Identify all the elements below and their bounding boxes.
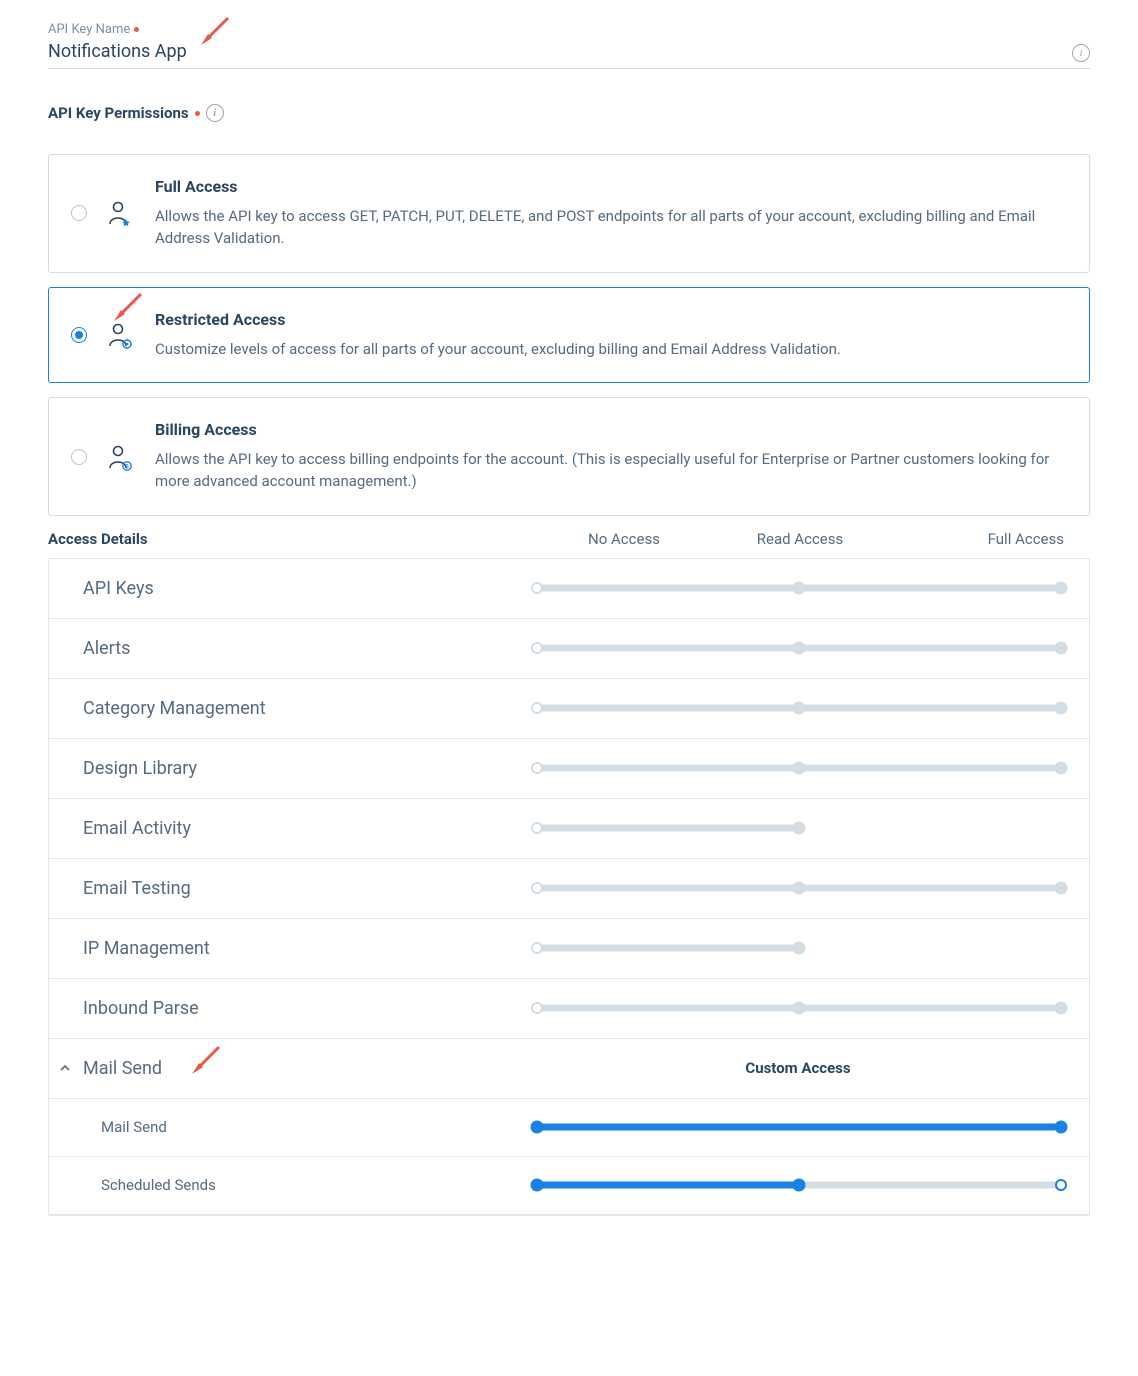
api-key-name-label: API Key Name bbox=[48, 22, 139, 37]
annotation-arrow-icon bbox=[111, 290, 145, 324]
access-details-heading: Access Details bbox=[48, 530, 536, 548]
access-slider[interactable] bbox=[537, 1121, 1061, 1133]
access-row: Email Testing bbox=[49, 859, 1089, 919]
info-icon[interactable]: i bbox=[1072, 44, 1090, 62]
access-slider[interactable] bbox=[537, 762, 1061, 774]
access-slider[interactable] bbox=[537, 1002, 1061, 1014]
chevron-up-icon[interactable] bbox=[55, 1062, 75, 1074]
access-row-label: IP Management bbox=[83, 938, 537, 959]
access-slider[interactable] bbox=[537, 702, 1061, 714]
col-full-access: Full Access bbox=[888, 530, 1090, 548]
access-row-label: Email Activity bbox=[83, 818, 537, 839]
permission-description: Allows the API key to access GET, PATCH,… bbox=[155, 206, 1065, 250]
api-key-name-input[interactable]: Notifications App bbox=[48, 41, 1072, 62]
access-row: Design Library bbox=[49, 739, 1089, 799]
permission-title: Full Access bbox=[155, 177, 1065, 196]
permission-title: Billing Access bbox=[155, 420, 1065, 439]
user-star-icon bbox=[107, 199, 135, 227]
permission-description: Allows the API key to access billing end… bbox=[155, 449, 1065, 493]
access-row-label: Inbound Parse bbox=[83, 998, 537, 1019]
access-row-label: Alerts bbox=[83, 638, 537, 659]
access-row: Inbound Parse bbox=[49, 979, 1089, 1039]
permissions-section-title: API Key Permissions i bbox=[48, 104, 224, 122]
radio-full[interactable] bbox=[71, 205, 87, 221]
col-read-access: Read Access bbox=[712, 530, 888, 548]
access-slider[interactable] bbox=[537, 882, 1061, 894]
user-dollar-icon: $ bbox=[107, 443, 135, 471]
permission-option-full[interactable]: Full Access Allows the API key to access… bbox=[48, 154, 1090, 273]
permission-option-restricted[interactable]: Restricted Access Customize levels of ac… bbox=[48, 287, 1090, 384]
access-row-label: Category Management bbox=[83, 698, 537, 719]
required-indicator bbox=[195, 111, 200, 116]
access-row: Email Activity bbox=[49, 799, 1089, 859]
access-subrow: Scheduled Sends bbox=[49, 1157, 1089, 1215]
access-row: Alerts bbox=[49, 619, 1089, 679]
permission-title: Restricted Access bbox=[155, 310, 1065, 329]
access-row-label: Mail Send bbox=[101, 1118, 537, 1136]
access-slider[interactable] bbox=[537, 642, 1061, 654]
required-indicator bbox=[134, 27, 139, 32]
radio-restricted[interactable] bbox=[71, 327, 87, 343]
radio-billing[interactable] bbox=[71, 449, 87, 465]
col-no-access: No Access bbox=[536, 530, 712, 548]
access-slider[interactable] bbox=[537, 942, 1061, 954]
access-row-label: Mail Send bbox=[75, 1058, 535, 1079]
access-subrow: Mail Send bbox=[49, 1099, 1089, 1157]
permission-description: Customize levels of access for all parts… bbox=[155, 339, 1065, 361]
access-row-label: Design Library bbox=[83, 758, 537, 779]
user-gear-icon bbox=[107, 321, 135, 349]
access-row: IP Management bbox=[49, 919, 1089, 979]
access-row-label: Email Testing bbox=[83, 878, 537, 899]
access-row: API Keys bbox=[49, 559, 1089, 619]
access-row: Category Management bbox=[49, 679, 1089, 739]
permission-option-billing[interactable]: $ Billing Access Allows the API key to a… bbox=[48, 397, 1090, 516]
access-row-expandable[interactable]: Mail Send Custom Access bbox=[49, 1039, 1089, 1099]
access-row-label: API Keys bbox=[83, 578, 537, 599]
custom-access-label: Custom Access bbox=[535, 1059, 1061, 1077]
access-slider[interactable] bbox=[537, 1179, 1061, 1191]
access-slider[interactable] bbox=[537, 582, 1061, 594]
info-icon[interactable]: i bbox=[206, 104, 224, 122]
access-slider[interactable] bbox=[537, 822, 1061, 834]
access-row-label: Scheduled Sends bbox=[101, 1176, 537, 1194]
